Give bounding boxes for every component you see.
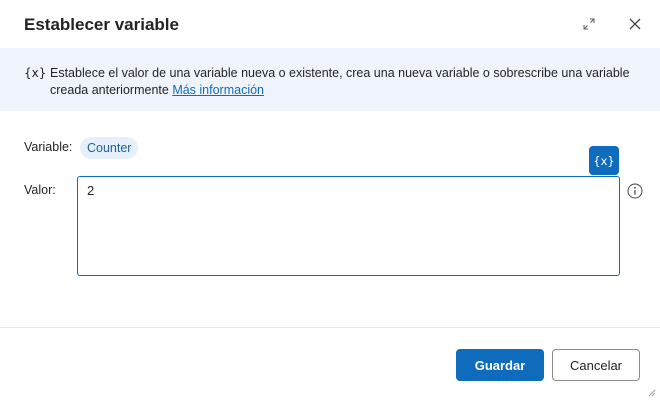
close-button[interactable]	[623, 12, 647, 36]
info-icon[interactable]	[627, 183, 643, 199]
banner-description-text: Establece el valor de una variable nueva…	[50, 66, 630, 97]
expand-icon	[583, 18, 595, 30]
value-text: 2	[87, 183, 95, 198]
dialog-title: Establecer variable	[24, 15, 179, 34]
variable-label: Variable:	[24, 140, 73, 154]
footer-divider	[0, 327, 660, 328]
insert-variable-button[interactable]: {x}	[589, 146, 619, 175]
cancel-button[interactable]: Cancelar	[552, 349, 640, 381]
close-icon	[629, 18, 641, 30]
more-info-link[interactable]: Más información	[172, 83, 264, 97]
variable-icon: {x}	[24, 66, 47, 80]
banner-description: Establece el valor de una variable nueva…	[50, 65, 645, 99]
save-button[interactable]: Guardar	[456, 349, 544, 381]
resize-grip-icon[interactable]	[646, 387, 656, 397]
value-label: Valor:	[24, 183, 56, 197]
variable-name-chip[interactable]: Counter	[80, 137, 139, 159]
description-banner: {x} Establece el valor de una variable n…	[0, 48, 660, 111]
expand-button[interactable]	[577, 12, 601, 36]
value-input[interactable]: 2	[77, 176, 620, 276]
set-variable-dialog: Establecer variable {x} Establece el val…	[0, 0, 660, 401]
